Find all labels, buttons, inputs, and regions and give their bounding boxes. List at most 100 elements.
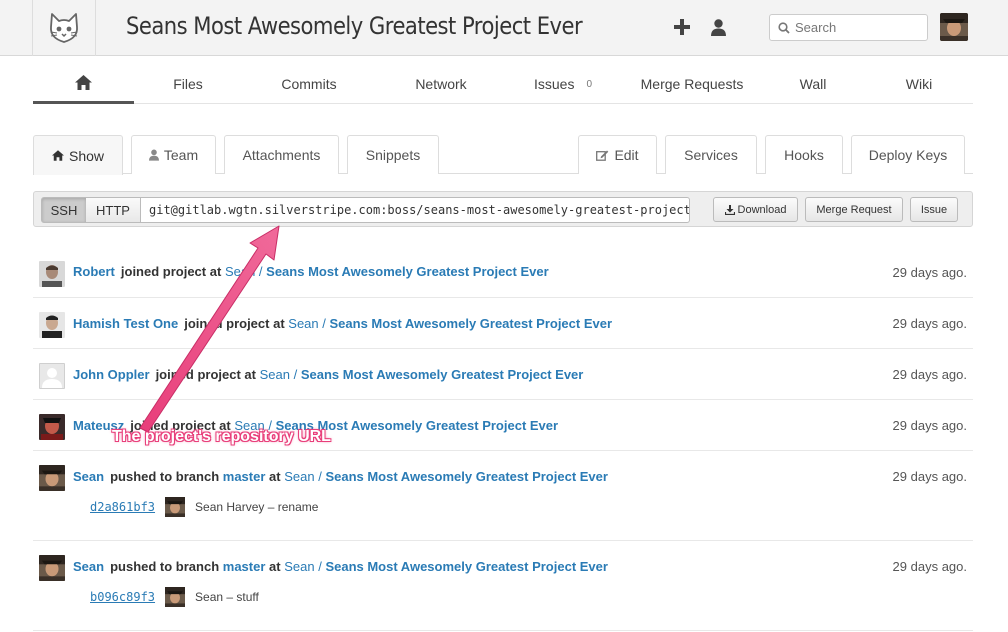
event-project-link[interactable]: Seans Most Awesomely Greatest Project Ev… <box>325 559 608 574</box>
avatar[interactable] <box>39 465 65 491</box>
nav-commits[interactable]: Commits <box>269 64 349 104</box>
annotation-label: The project's repository URL <box>112 428 331 445</box>
nav-files-label: Files <box>173 76 203 92</box>
event-author-link[interactable]: Hamish Test One <box>73 316 178 331</box>
tab-services-label: Services <box>684 147 738 163</box>
event-at: at <box>244 367 256 382</box>
avatar[interactable] <box>39 312 65 338</box>
search-field[interactable] <box>769 14 928 41</box>
event-author-link[interactable]: Sean <box>73 469 104 484</box>
commit-sha-link[interactable]: b096c89f3 <box>90 590 155 604</box>
http-button[interactable]: HTTP <box>86 197 141 223</box>
event-namespace-link[interactable]: Sean <box>284 559 314 574</box>
tab-show[interactable]: Show <box>33 135 123 175</box>
ssh-button[interactable]: SSH <box>41 197 87 223</box>
download-button-label: Download <box>737 203 787 216</box>
commit-sha-link[interactable]: d2a861bf3 <box>90 500 155 514</box>
list-item: Sean pushed to branch master at Sean / Se… <box>33 451 973 541</box>
avatar[interactable] <box>39 555 65 581</box>
event-text: Hamish Test One joined project at Sean / … <box>73 316 612 331</box>
tab-services[interactable]: Services <box>665 135 757 174</box>
event-project-link[interactable]: Seans Most Awesomely Greatest Project Ev… <box>330 316 613 331</box>
tab-team[interactable]: Team <box>131 135 216 174</box>
event-action: joined project <box>184 316 270 331</box>
event-time: 29 days ago. <box>892 265 967 280</box>
tab-edit[interactable]: Edit <box>578 135 657 174</box>
event-separator: / <box>255 264 267 279</box>
tab-attachments[interactable]: Attachments <box>224 135 339 174</box>
list-item: John Oppler joined project at Sean / Sean… <box>33 349 973 400</box>
event-branch-link[interactable]: master <box>223 469 266 484</box>
event-separator: / <box>289 367 301 382</box>
event-branch-link[interactable]: master <box>223 559 266 574</box>
event-time: 29 days ago. <box>892 418 967 433</box>
event-project-link[interactable]: Seans Most Awesomely Greatest Project Ev… <box>301 367 584 382</box>
event-time: 29 days ago. <box>892 559 967 574</box>
avatar <box>165 587 186 607</box>
tab-hooks-label: Hooks <box>784 147 824 163</box>
commit-message: Sean – stuff <box>195 590 259 604</box>
issue-button-label: Issue <box>920 203 948 216</box>
event-separator: / <box>318 316 330 331</box>
tab-snippets[interactable]: Snippets <box>347 135 439 174</box>
event-author-link[interactable]: Robert <box>73 264 115 279</box>
nav-issues-label: Issues <box>533 76 575 92</box>
avatar <box>165 497 186 517</box>
nav-merge-requests[interactable]: Merge Requests <box>637 64 747 104</box>
event-author-link[interactable]: John Oppler <box>73 367 150 382</box>
search-input[interactable] <box>795 20 915 35</box>
event-time: 29 days ago. <box>892 469 967 484</box>
nav-wall[interactable]: Wall <box>785 64 841 104</box>
tab-deploy-keys[interactable]: Deploy Keys <box>851 135 965 174</box>
event-project-link[interactable]: Seans Most Awesomely Greatest Project Ev… <box>266 264 549 279</box>
event-text: Sean pushed to branch master at Sean / Se… <box>73 469 608 484</box>
plus-icon[interactable] <box>672 17 692 37</box>
download-button[interactable]: Download <box>713 197 798 222</box>
ssh-button-label: SSH <box>50 202 78 218</box>
avatar[interactable] <box>39 414 65 440</box>
event-namespace-link[interactable]: Sean <box>284 469 314 484</box>
event-at: at <box>273 316 285 331</box>
event-action: pushed to branch <box>110 559 220 574</box>
user-icon <box>148 149 159 161</box>
tab-team-label: Team <box>163 147 199 163</box>
event-namespace-link[interactable]: Sean <box>225 264 255 279</box>
avatar[interactable] <box>39 363 65 389</box>
nav-commits-label: Commits <box>281 76 337 92</box>
repository-url-field[interactable]: git@gitlab.wgtn.silverstripe.com:boss/se… <box>140 197 690 223</box>
event-at: at <box>269 559 281 574</box>
nav-issues[interactable]: Issues 0 <box>523 64 603 104</box>
page-title: Seans Most Awesomely Greatest Project Ev… <box>126 12 583 40</box>
avatar[interactable] <box>39 261 65 287</box>
edit-icon <box>596 150 609 161</box>
download-icon <box>724 204 735 215</box>
event-time: 29 days ago. <box>892 367 967 382</box>
user-icon[interactable] <box>708 17 728 37</box>
nav-network[interactable]: Network <box>401 64 481 104</box>
list-item: Sean pushed to branch master at Sean / Se… <box>33 541 973 631</box>
top-header: Seans Most Awesomely Greatest Project Ev… <box>0 0 1008 56</box>
event-author-link[interactable]: Sean <box>73 559 104 574</box>
nav-home[interactable] <box>33 64 134 104</box>
home-icon <box>51 150 64 161</box>
event-namespace-link[interactable]: Sean <box>288 316 318 331</box>
event-text: John Oppler joined project at Sean / Sean… <box>73 367 583 382</box>
avatar[interactable] <box>940 13 968 41</box>
event-separator: / <box>314 469 326 484</box>
event-action: joined project <box>155 367 241 382</box>
list-item: Hamish Test One joined project at Sean / … <box>33 298 973 349</box>
nav-wiki[interactable]: Wiki <box>893 64 945 104</box>
event-text: Robert joined project at Sean / Seans Mos… <box>73 264 549 279</box>
issue-button[interactable]: Issue <box>910 197 958 222</box>
merge-request-button[interactable]: Merge Request <box>805 197 903 222</box>
list-item: Robert joined project at Sean / Seans Mos… <box>33 248 973 298</box>
http-button-label: HTTP <box>96 202 130 218</box>
gitlab-logo[interactable] <box>32 0 96 56</box>
event-namespace-link[interactable]: Sean <box>260 367 290 382</box>
tab-show-label: Show <box>68 147 105 164</box>
search-icon <box>778 21 790 34</box>
nav-files[interactable]: Files <box>153 64 223 104</box>
tab-hooks[interactable]: Hooks <box>765 135 843 174</box>
event-text: Sean pushed to branch master at Sean / Se… <box>73 559 608 574</box>
event-project-link[interactable]: Seans Most Awesomely Greatest Project Ev… <box>325 469 608 484</box>
